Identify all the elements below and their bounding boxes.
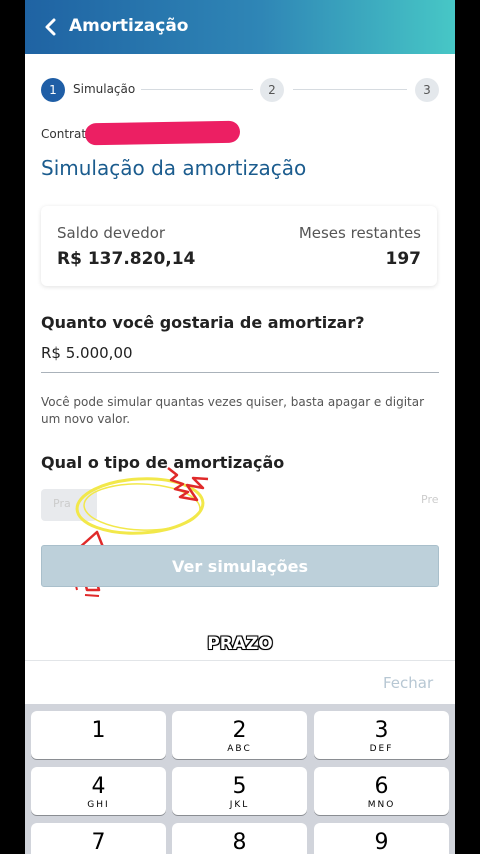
step-connector xyxy=(293,89,407,90)
balance-value: R$ 137.820,14 xyxy=(57,249,196,269)
view-simulations-button[interactable]: Ver simulações xyxy=(41,545,439,587)
key-letters: JKL xyxy=(229,800,250,810)
key-4[interactable]: 4 GHI xyxy=(31,767,166,815)
amount-input[interactable]: R$ 5.000,00 xyxy=(41,344,133,362)
amount-question: Quanto você gostaria de amortizar? xyxy=(41,313,365,332)
amortization-type-question: Qual o tipo de amortização xyxy=(41,453,285,472)
key-number: 8 xyxy=(232,830,247,854)
step-1-indicator: 1 xyxy=(41,78,65,102)
keyboard-toolbar-divider xyxy=(25,660,455,661)
key-number: 7 xyxy=(91,830,106,854)
key-letters: MNO xyxy=(367,800,396,810)
close-keyboard-button[interactable]: Fechar xyxy=(383,674,433,692)
key-number: 4 xyxy=(91,774,106,799)
key-9[interactable]: 9 xyxy=(314,823,449,854)
app-header: Amortização xyxy=(25,0,455,54)
key-3[interactable]: 3 DEF xyxy=(314,711,449,759)
numeric-keyboard: 1 2 ABC 3 DEF 4 GHI 5 JKL 6 MNO 7 8 9 xyxy=(25,704,455,854)
step-2-indicator: 2 xyxy=(260,78,284,102)
page-title: Simulação da amortização xyxy=(41,156,307,180)
app-screen: Amortização 1 Simulação 2 3 Contrato Sim… xyxy=(25,0,455,854)
key-number: 2 xyxy=(232,718,247,743)
key-number: 3 xyxy=(374,718,389,743)
step-3-indicator: 3 xyxy=(415,78,439,102)
redaction-mark xyxy=(84,120,241,146)
key-8[interactable]: 8 xyxy=(172,823,307,854)
months-value: 197 xyxy=(385,249,422,269)
key-1[interactable]: 1 xyxy=(31,711,166,759)
summary-card: Saldo devedor R$ 137.820,14 Meses restan… xyxy=(41,206,437,286)
header-title: Amortização xyxy=(69,16,189,36)
chevron-left-icon[interactable] xyxy=(41,17,61,37)
amount-input-underline xyxy=(41,372,439,373)
months-label: Meses restantes xyxy=(298,224,421,242)
helper-text: Você pode simular quantas vezes quiser, … xyxy=(41,395,425,426)
key-number: 9 xyxy=(374,830,389,854)
squiggle-mark xyxy=(167,467,209,502)
amortization-type-option-installment[interactable]: Pre xyxy=(421,493,439,506)
step-1-label: Simulação xyxy=(73,82,136,96)
stepper: 1 Simulação 2 3 xyxy=(41,78,439,102)
key-number: 1 xyxy=(91,718,106,743)
step-connector xyxy=(141,89,253,90)
amortization-type-option-term[interactable]: Pra xyxy=(41,489,97,521)
key-6[interactable]: 6 MNO xyxy=(314,767,449,815)
key-number: 6 xyxy=(374,774,389,799)
balance-label: Saldo devedor xyxy=(57,224,166,242)
video-caption: PRAZO xyxy=(207,634,273,654)
key-7[interactable]: 7 xyxy=(31,823,166,854)
option-term-label: Pra xyxy=(53,497,71,510)
highlight-circle-inner xyxy=(83,483,201,531)
key-letters: DEF xyxy=(369,744,394,754)
key-letters: ABC xyxy=(227,744,252,754)
key-number: 5 xyxy=(232,774,247,799)
key-letters: GHI xyxy=(87,800,110,810)
key-2[interactable]: 2 ABC xyxy=(172,711,307,759)
key-5[interactable]: 5 JKL xyxy=(172,767,307,815)
